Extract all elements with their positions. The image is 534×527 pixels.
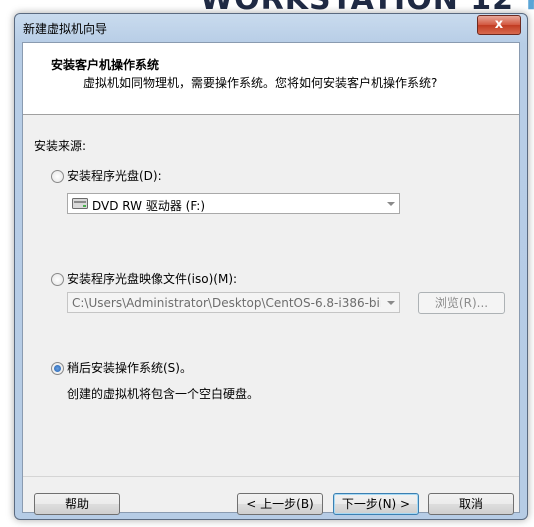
wizard-client-area: 安装客户机操作系统 虚拟机如同物理机，需要操作系统。您将如何安装客户机操作系统?… bbox=[22, 42, 520, 515]
installer-disc-label[interactable]: 安装程序光盘(D): bbox=[67, 167, 162, 184]
banner-pro-text: PRO bbox=[525, 0, 534, 12]
radio-installer-disc[interactable] bbox=[51, 170, 64, 183]
disc-drive-select[interactable]: DVD RW 驱动器 (F:) bbox=[67, 193, 400, 214]
radio-install-later[interactable] bbox=[51, 362, 64, 375]
footer-divider bbox=[23, 476, 519, 477]
page-title: 安装客户机操作系统 bbox=[51, 58, 160, 72]
wizard-header: 安装客户机操作系统 虚拟机如同物理机，需要操作系统。您将如何安装客户机操作系统? bbox=[23, 43, 519, 115]
chevron-down-icon bbox=[387, 301, 395, 305]
dvd-drive-icon bbox=[72, 198, 88, 209]
install-later-description: 创建的虚拟机将包含一个空白硬盘。 bbox=[67, 387, 260, 401]
banner-main-text: WORKSTATION 12 bbox=[200, 0, 525, 12]
help-button[interactable]: 帮助 bbox=[34, 493, 120, 515]
install-later-label[interactable]: 稍后安装操作系统(S)。 bbox=[67, 359, 192, 376]
next-button[interactable]: 下一步(N) > bbox=[333, 493, 419, 515]
back-button[interactable]: < 上一步(B) bbox=[237, 493, 323, 515]
browse-button[interactable]: 浏览(R)... bbox=[418, 292, 505, 314]
iso-image-label[interactable]: 安装程序光盘映像文件(iso)(M): bbox=[67, 270, 237, 287]
close-icon: x bbox=[494, 17, 504, 32]
wizard-window: 新建虚拟机向导 x 安装客户机操作系统 虚拟机如同物理机，需要操作系统。您将如何… bbox=[14, 13, 528, 520]
cancel-button[interactable]: 取消 bbox=[428, 493, 514, 515]
radio-iso-image[interactable] bbox=[51, 273, 64, 286]
title-bar[interactable]: 新建虚拟机向导 x bbox=[15, 14, 527, 42]
chevron-down-icon bbox=[387, 202, 395, 206]
iso-path-value: C:\Users\Administrator\Desktop\CentOS-6.… bbox=[72, 296, 381, 310]
page-subtitle: 虚拟机如同物理机，需要操作系统。您将如何安装客户机操作系统? bbox=[83, 76, 438, 90]
disc-drive-value: DVD RW 驱动器 (F:) bbox=[92, 199, 206, 213]
iso-path-select[interactable]: C:\Users\Administrator\Desktop\CentOS-6.… bbox=[67, 292, 400, 313]
background-banner: WORKSTATION 12 PRO bbox=[200, 0, 534, 12]
close-button[interactable]: x bbox=[477, 15, 521, 35]
window-title: 新建虚拟机向导 bbox=[23, 22, 108, 36]
install-source-label: 安装来源: bbox=[34, 139, 87, 153]
